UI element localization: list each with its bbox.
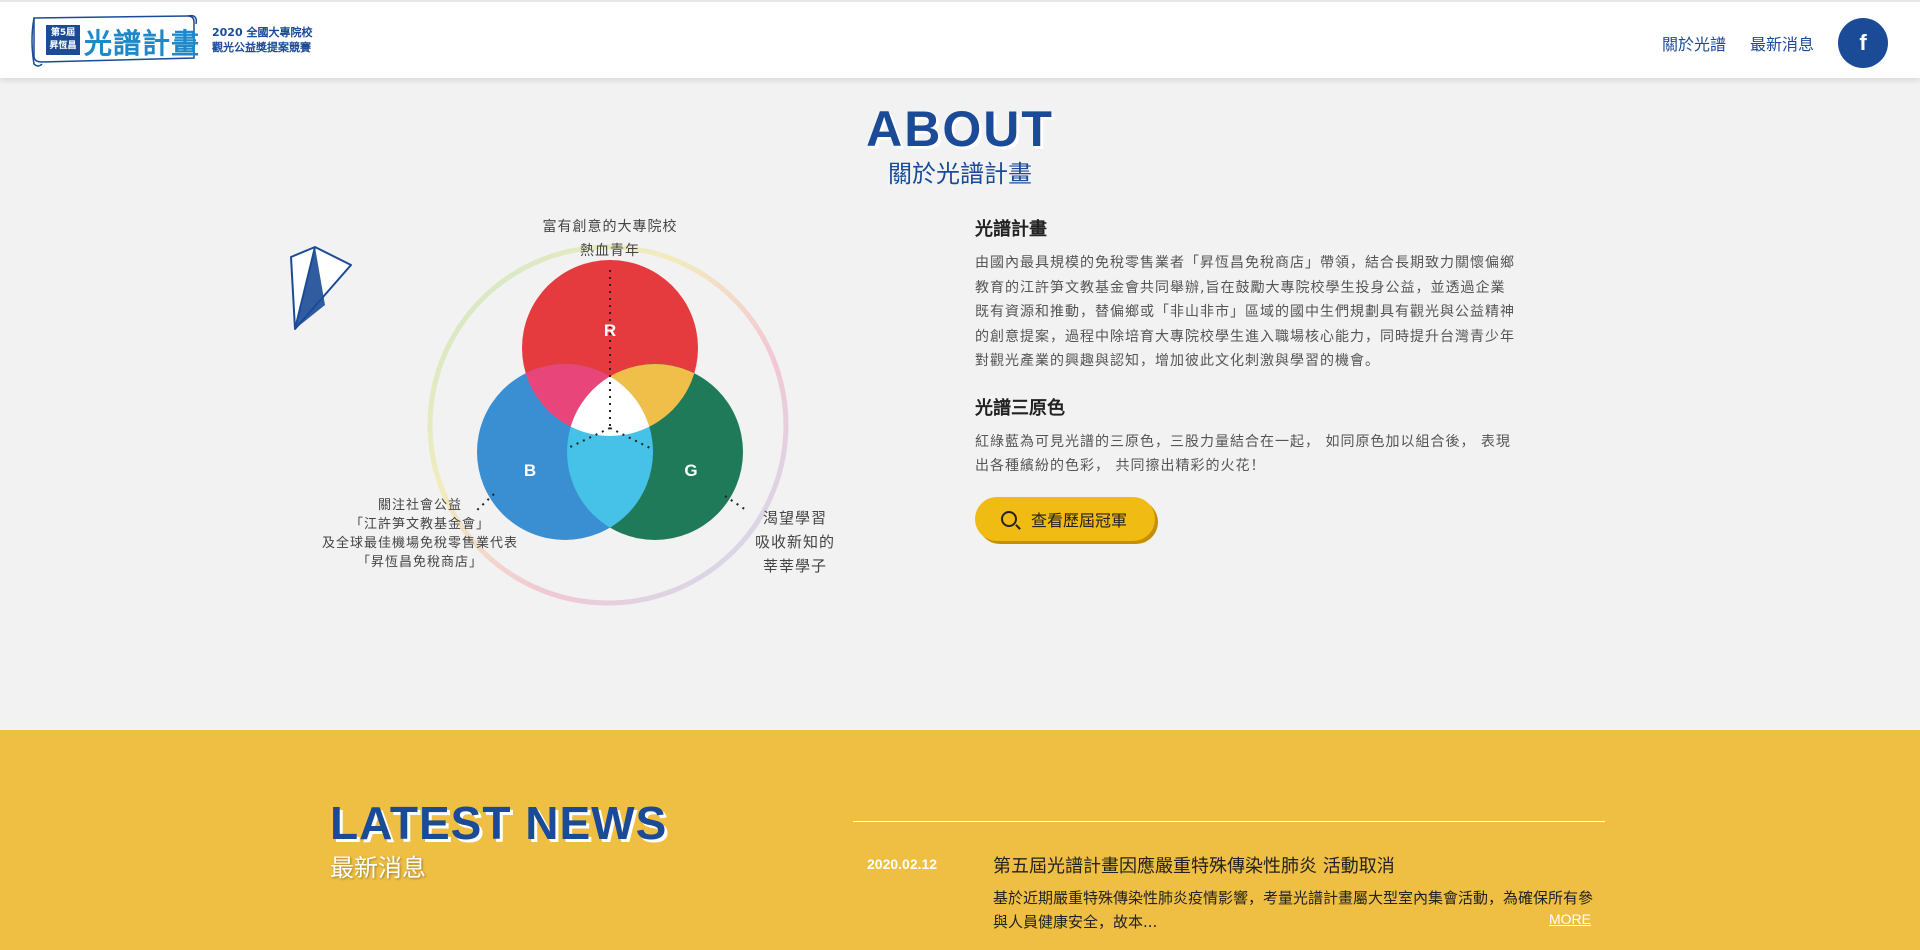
logo-badge: 第5屆 昇恆昌 [46,25,80,55]
latest-news-section: LATEST NEWS 最新消息 2020.02.12 第五屆光譜計畫因應嚴重特… [0,730,1920,950]
top-label-line2: 熱血青年 [580,243,640,259]
circle-label-r: R [604,321,616,340]
logo-scroll-graphic: 第5屆 昇恆昌 光譜計畫 [28,12,200,68]
circle-label-b: B [524,461,536,480]
about-title-zh: 關於光譜計畫 [888,160,1032,188]
site-logo[interactable]: 第5屆 昇恆昌 光譜計畫 2020 全國大專院校 觀光公益獎提案競賽 [28,12,312,68]
diagram-right-label: 渴望學習 吸收新知的 莘莘學子 [740,506,850,578]
search-icon [1001,510,1017,527]
logo-name: 光譜計畫 [84,27,201,60]
news-excerpt: 基於近期嚴重特殊傳染性肺炎疫情影響，考量光譜計畫屬大型室內集會活動，為確保所有參… [993,889,1594,931]
section-text-spectrum: 由國內最具規模的免稅零售業者「昇恆昌免稅商店」帶領，結合長期致力關懷偏鄉教育的江… [975,255,1515,369]
right-label-line1: 渴望學習 [762,509,827,527]
news-divider [853,821,1605,822]
logo-sub-line1: 2020 全國大專院校 [212,26,313,39]
logo-badge-line1: 第5屆 [50,28,76,38]
news-title[interactable]: 第五屆光譜計畫因應嚴重特殊傳染性肺炎 活動取消 [993,852,1395,878]
past-champions-label: 查看歷屆冠軍 [1031,510,1128,530]
about-heading: ABOUT 關於光譜計畫 [0,100,1920,189]
section-title-primary-colors: 光譜三原色 [975,397,1065,419]
section-text-primary-colors: 紅綠藍為可見光譜的三原色，三股力量結合在一起， 如同原色加以組合後， 表現出各種… [975,433,1511,475]
news-more-link[interactable]: MORE [1549,911,1591,927]
main-nav: 關於光譜 最新消息 f [1662,18,1888,68]
news-title-zh: 最新消息 [330,854,426,882]
circle-label-g: G [684,461,697,480]
logo-sub-line2: 觀光公益獎提案競賽 [212,41,311,54]
facebook-icon[interactable]: f [1838,18,1888,68]
nav-news-link[interactable]: 最新消息 [1750,31,1814,55]
news-date: 2020.02.12 [867,856,938,872]
diagram-left-label: 關注社會公益 「江許笋文教基金會」 及全球最佳機場免稅零售業代表 「昇恆昌免稅商… [310,496,530,572]
news-title-en: LATEST NEWS [330,797,668,849]
left-label-line1: 關注社會公益 [377,498,462,513]
about-title-en: ABOUT [866,101,1054,157]
site-header: 第5屆 昇恆昌 光譜計畫 2020 全國大專院校 觀光公益獎提案競賽 關於光譜 … [0,0,1920,78]
logo-badge-line2: 昇恆昌 [49,41,77,51]
right-label-line3: 莘莘學子 [762,557,827,575]
about-content: 光譜計畫 由國內最具規模的免稅零售業者「昇恆昌免稅商店」帶領，結合長期致力關懷偏… [975,215,1515,541]
right-label-line2: 吸收新知的 [754,533,835,551]
past-champions-button[interactable]: 查看歷屆冠軍 [975,496,1156,541]
rgb-venn-diagram: R B G 富有創意的大專院校 熱血青年 關注社會公益 「江許笋文教基金會」 及… [320,210,880,630]
top-label-line1: 富有創意的大專院校 [542,219,678,235]
left-label-line2: 「江許笋文教基金會」 [349,517,490,532]
logo-subtitle: 2020 全國大專院校 觀光公益獎提案競賽 [212,25,312,55]
left-label-line3: 及全球最佳機場免稅零售業代表 [321,536,518,551]
section-title-spectrum: 光譜計畫 [975,219,1047,240]
nav-about-link[interactable]: 關於光譜 [1662,31,1726,55]
diagram-top-label: 富有創意的大專院校 熱血青年 [510,215,710,263]
left-label-line4: 「昇恆昌免稅商店」 [356,555,483,570]
